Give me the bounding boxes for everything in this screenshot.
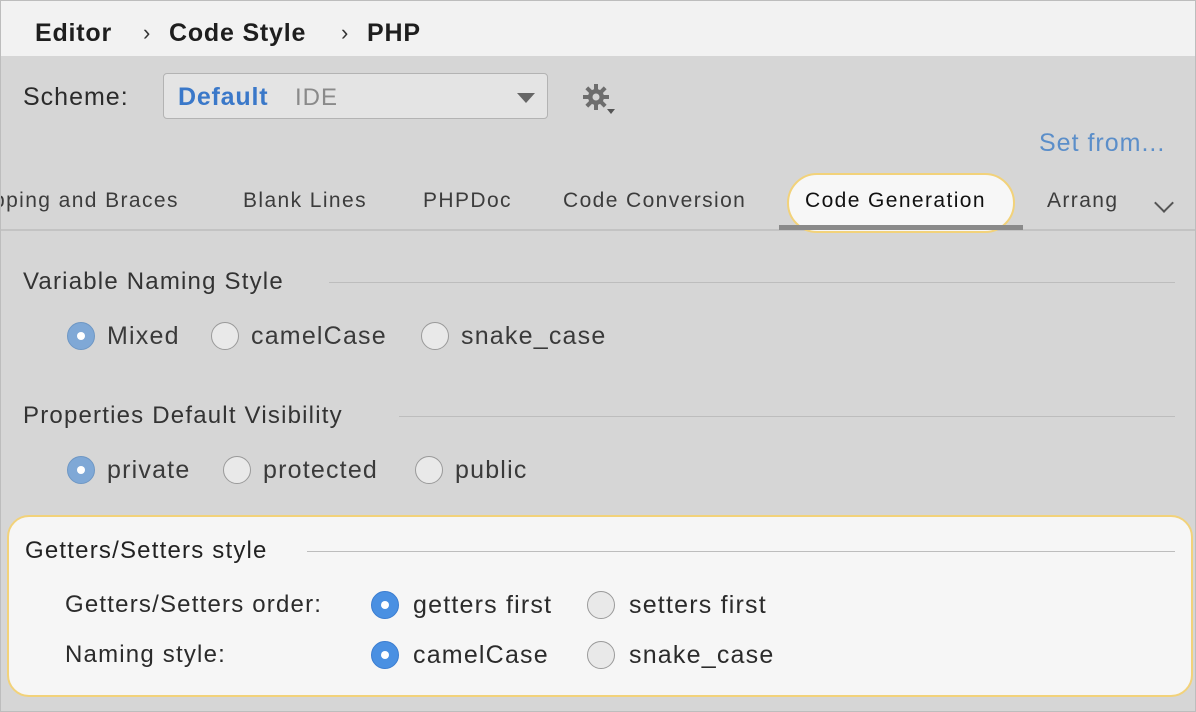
radio-label-mixed[interactable]: Mixed <box>107 322 180 351</box>
radio-protected[interactable] <box>223 456 251 484</box>
tab-arrangement[interactable]: Arrang <box>1047 189 1118 213</box>
radio-public[interactable] <box>415 456 443 484</box>
breadcrumb-code-style[interactable]: Code Style <box>169 19 306 48</box>
radio-label-setters-first[interactable]: setters first <box>629 591 767 620</box>
tab-code-generation[interactable]: Code Generation <box>805 189 986 213</box>
breadcrumb-php: PHP <box>367 19 421 47</box>
tab-code-conversion[interactable]: Code Conversion <box>563 189 746 213</box>
naming-style-label: Naming style: <box>65 641 226 668</box>
getters-setters-section: Getters/Setters style Getters/Setters or… <box>7 515 1193 697</box>
radio-label-private[interactable]: private <box>107 456 190 485</box>
set-from-link[interactable]: Set from... <box>1039 129 1165 158</box>
breadcrumb-separator: › <box>143 20 151 45</box>
breadcrumb-editor[interactable]: Editor <box>35 19 112 48</box>
getters-setters-order-label: Getters/Setters order: <box>65 591 323 618</box>
radio-private[interactable] <box>67 456 95 484</box>
tab-bar: pping and Braces Blank Lines PHPDoc Code… <box>1 171 1195 233</box>
chevron-down-icon[interactable] <box>1154 193 1174 213</box>
dropdown-arrow-icon <box>517 93 535 103</box>
radio-label-naming-snake-case[interactable]: snake_case <box>629 641 774 670</box>
radio-setters-first[interactable] <box>587 591 615 619</box>
radio-snake-case[interactable] <box>421 322 449 350</box>
group-divider <box>329 282 1175 283</box>
tab-phpdoc[interactable]: PHPDoc <box>423 189 512 213</box>
radio-label-camelcase[interactable]: camelCase <box>251 322 387 351</box>
radio-mixed[interactable] <box>67 322 95 350</box>
radio-naming-camelcase[interactable] <box>371 641 399 669</box>
properties-visibility-title: Properties Default Visibility <box>23 402 343 429</box>
radio-naming-snake-case[interactable] <box>587 641 615 669</box>
scheme-name: Default <box>178 83 269 111</box>
radio-label-public[interactable]: public <box>455 456 528 485</box>
scheme-type: IDE <box>295 84 339 111</box>
scheme-dropdown[interactable]: Default IDE <box>163 73 548 119</box>
group-divider <box>307 551 1175 552</box>
radio-label-getters-first[interactable]: getters first <box>413 591 552 620</box>
tab-wrapping-and-braces[interactable]: pping and Braces <box>1 189 179 213</box>
radio-label-naming-camelcase[interactable]: camelCase <box>413 641 549 670</box>
tab-blank-lines[interactable]: Blank Lines <box>243 189 367 213</box>
radio-label-snake-case[interactable]: snake_case <box>461 322 606 351</box>
variable-naming-title: Variable Naming Style <box>23 268 284 295</box>
gear-icon[interactable] <box>581 82 615 116</box>
radio-getters-first[interactable] <box>371 591 399 619</box>
radio-label-protected[interactable]: protected <box>263 456 378 485</box>
group-divider <box>399 416 1175 417</box>
tab-overflow-fade <box>1121 171 1149 227</box>
breadcrumb-separator: › <box>341 20 349 45</box>
getters-setters-title: Getters/Setters style <box>25 537 268 564</box>
radio-camelcase[interactable] <box>211 322 239 350</box>
tab-active-underline <box>779 225 1023 230</box>
breadcrumb: Editor › Code Style › PHP <box>1 1 1195 56</box>
settings-panel: Editor › Code Style › PHP Scheme: Defaul… <box>0 0 1196 712</box>
scheme-label: Scheme: <box>23 83 129 111</box>
